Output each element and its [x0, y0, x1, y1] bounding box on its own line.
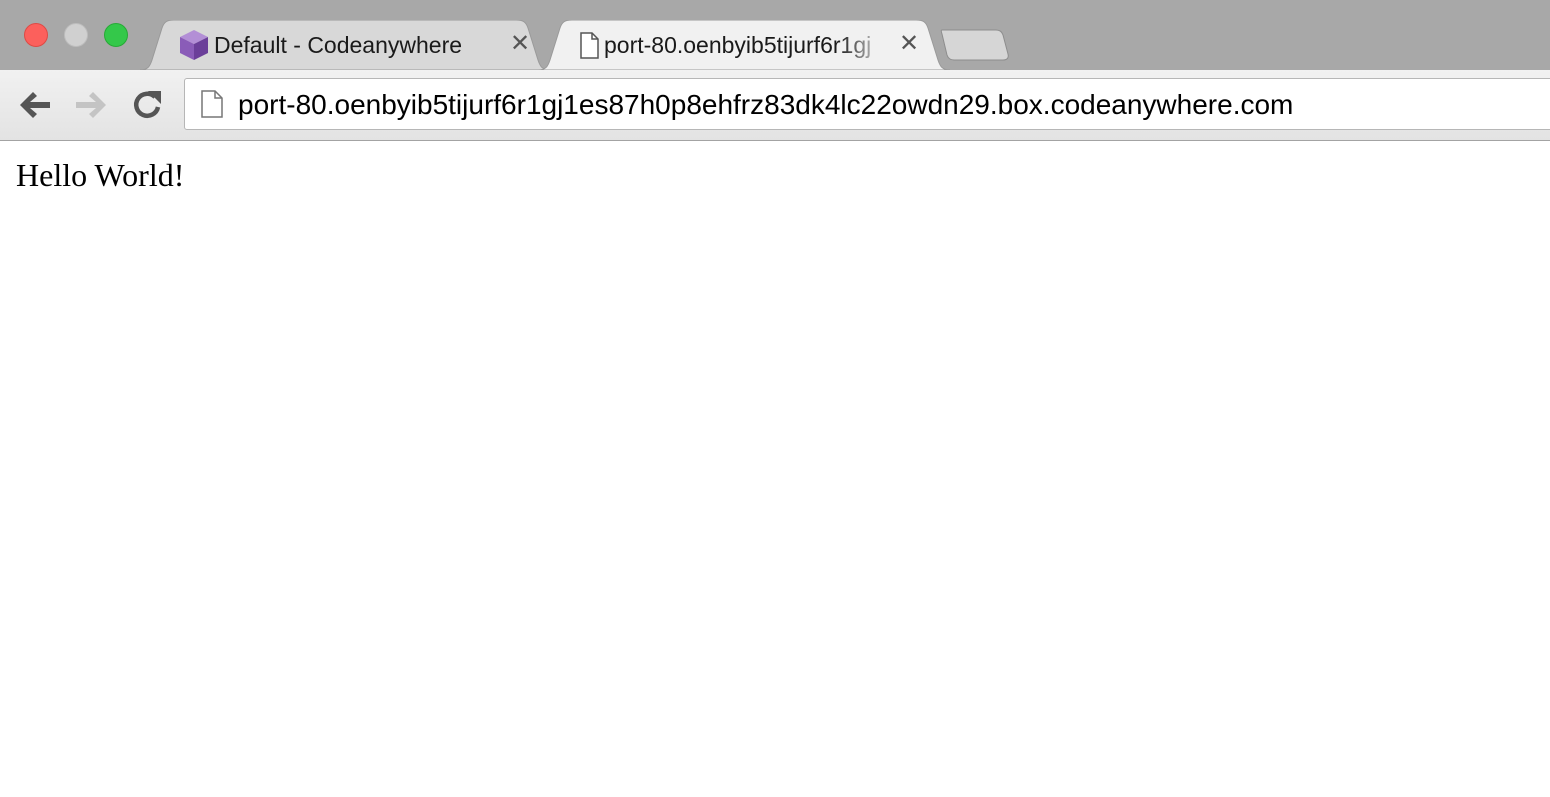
- codeanywhere-cube-icon: [180, 30, 208, 60]
- window-maximize-button[interactable]: [104, 23, 128, 47]
- tab-title: Default - Codeanywhere: [214, 32, 463, 58]
- reload-icon[interactable]: [128, 87, 166, 123]
- page-icon: [580, 32, 599, 59]
- new-tab-button[interactable]: [940, 28, 1010, 62]
- tab-strip: Default - Codeanywhere ✕ port-80.oenbyib…: [0, 0, 1550, 70]
- tab-close-icon[interactable]: ✕: [508, 32, 532, 56]
- tab-title-fade: [838, 28, 888, 62]
- hello-text: Hello World!: [16, 157, 185, 193]
- page-icon: [201, 90, 223, 118]
- tab-close-icon[interactable]: ✕: [897, 32, 921, 56]
- window-close-button[interactable]: [24, 23, 48, 47]
- back-arrow-icon[interactable]: [16, 87, 54, 123]
- address-bar[interactable]: port-80.oenbyib5tijurf6r1gj1es87h0p8ehfr…: [184, 78, 1550, 130]
- tab-port-80[interactable]: port-80.oenbyib5tijurf6r1gj ✕: [538, 20, 950, 70]
- tab-codeanywhere[interactable]: Default - Codeanywhere ✕: [140, 20, 550, 70]
- page-content: Hello World!: [0, 141, 1550, 797]
- browser-toolbar: port-80.oenbyib5tijurf6r1gj1es87h0p8ehfr…: [0, 70, 1550, 141]
- window-minimize-button[interactable]: [64, 23, 88, 47]
- forward-arrow-icon[interactable]: [72, 87, 110, 123]
- browser-window: Default - Codeanywhere ✕ port-80.oenbyib…: [0, 0, 1550, 797]
- address-text: port-80.oenbyib5tijurf6r1gj1es87h0p8ehfr…: [238, 89, 1294, 120]
